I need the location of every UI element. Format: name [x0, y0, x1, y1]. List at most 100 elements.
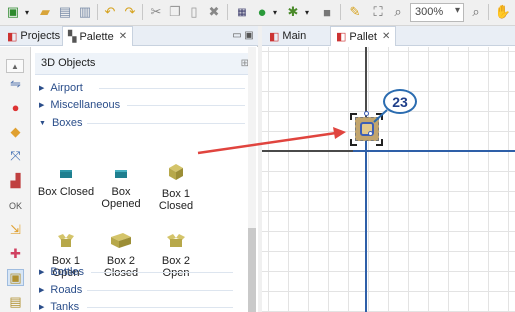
- expand-icon: ▶: [39, 304, 45, 311]
- delete-icon[interactable]: ✖: [205, 3, 223, 21]
- section-boxes-label: Boxes: [51, 117, 83, 129]
- palette-item-box-closed[interactable]: Box Closed: [36, 168, 96, 198]
- zoom-level-select[interactable]: 300% ▾: [410, 3, 464, 22]
- object-label-line2: Closed: [103, 267, 139, 279]
- presentation-icon[interactable]: ✚: [7, 245, 24, 262]
- object-label-line1: Box 2: [161, 255, 191, 267]
- palette-category-strip: ▲ ⇋ ● ◆ ⤧ ▟ OK ⇲ ✚ ▣ ▤: [0, 47, 31, 312]
- controls-icon[interactable]: OK: [7, 197, 24, 214]
- tab-pallet[interactable]: ◧ Pallet ✕: [330, 26, 397, 46]
- debug-icon[interactable]: ✱: [284, 3, 302, 21]
- section-divider: [91, 272, 233, 273]
- section-boxes[interactable]: ▼ Boxes: [39, 117, 83, 129]
- save-icon[interactable]: ▤: [56, 3, 74, 21]
- close-icon[interactable]: ✕: [119, 31, 127, 42]
- tab-pallet-label: Pallet: [349, 30, 377, 43]
- build-icon[interactable]: ▦: [233, 3, 251, 21]
- box-2-closed-icon: [111, 233, 131, 248]
- shapes-icon[interactable]: ◆: [7, 123, 24, 140]
- copy-icon[interactable]: ❐: [166, 3, 184, 21]
- section-roads[interactable]: ▶ Roads: [39, 284, 82, 296]
- stop-icon[interactable]: ■: [318, 3, 336, 21]
- graphical-editor: ◧ Main ◧ Pallet ✕: [262, 26, 515, 312]
- connectivity-icon[interactable]: ⇲: [7, 221, 24, 238]
- maximize-icon[interactable]: ▣: [243, 29, 255, 41]
- selection-corner: [350, 113, 357, 120]
- tab-main-label: Main: [282, 30, 307, 42]
- object-label-line2: Open: [162, 267, 190, 279]
- box-closed-icon: [60, 170, 72, 178]
- object-label-line1: Box 2: [106, 255, 136, 267]
- minimize-icon[interactable]: ▭: [231, 29, 243, 41]
- selection-corner: [350, 139, 357, 146]
- palette-scrollbar-thumb[interactable]: [248, 228, 256, 312]
- redo-icon[interactable]: ↷: [121, 3, 139, 21]
- dropdown-icon[interactable]: ▾: [302, 3, 312, 21]
- box-opened-icon: [115, 170, 127, 178]
- tab-main[interactable]: ◧ Main: [264, 26, 311, 46]
- expand-icon: ▶: [39, 102, 45, 109]
- box-1-closed-icon: [169, 164, 183, 180]
- palette-contents: 3D Objects ⊞ ▶ Airport ▶ Miscellaneous ▼…: [31, 47, 258, 312]
- close-icon[interactable]: ✕: [382, 31, 390, 42]
- editor-tab-bar: ◧ Main ◧ Pallet ✕: [262, 26, 515, 46]
- section-bottles[interactable]: ▶ Bottles: [39, 266, 84, 278]
- toolbar-separator: [227, 4, 228, 20]
- pallet-shape[interactable]: [355, 117, 379, 141]
- run-icon[interactable]: ●: [253, 3, 271, 21]
- resize-handle[interactable]: [368, 131, 373, 136]
- object-label-line1: Box 1: [161, 188, 191, 200]
- palette-item-box-opened[interactable]: Box Opened: [91, 168, 151, 210]
- y-axis-line-positive: [365, 139, 367, 312]
- section-miscellaneous[interactable]: ▶ Miscellaneous: [39, 99, 120, 111]
- undo-icon[interactable]: ↶: [101, 3, 119, 21]
- expand-icon: ▶: [39, 287, 45, 294]
- section-divider: [87, 307, 233, 308]
- palette-item-box-1-closed[interactable]: Box 1 Closed: [146, 162, 206, 212]
- section-divider: [87, 123, 245, 124]
- object-label-line2: Opened: [101, 198, 141, 210]
- palette-title: 3D Objects: [41, 57, 96, 69]
- dropdown-icon[interactable]: ▾: [270, 3, 280, 21]
- hand-icon[interactable]: ✋: [494, 3, 512, 21]
- analysis-icon[interactable]: ▟: [7, 172, 24, 189]
- cut-icon[interactable]: ✂: [147, 3, 165, 21]
- agent-icon: ◧: [269, 30, 280, 43]
- section-miscellaneous-label: Miscellaneous: [50, 99, 121, 111]
- toolbar-separator: [340, 4, 341, 20]
- process-library-icon[interactable]: ⇋: [7, 75, 24, 92]
- zoom-out-icon[interactable]: ⌕: [389, 3, 407, 21]
- save-all-icon[interactable]: ▥: [76, 3, 94, 21]
- section-tanks[interactable]: ▶ Tanks: [39, 301, 79, 312]
- toolbar-separator: [142, 4, 143, 20]
- scroll-up-icon[interactable]: ▲: [6, 59, 24, 73]
- object-label-line1: Box: [111, 186, 131, 198]
- rotation-handle[interactable]: [364, 111, 369, 116]
- pictures-icon[interactable]: ▤: [7, 293, 24, 310]
- object-label-line1: Box Closed: [37, 186, 95, 198]
- box-1-open-icon: [58, 234, 74, 247]
- callout-badge: 23: [383, 89, 417, 114]
- new-icon[interactable]: ▣: [4, 3, 22, 21]
- zoom-in-icon[interactable]: ⌕: [467, 3, 485, 21]
- network-icon[interactable]: ⤧: [7, 147, 24, 164]
- selection-corner: [376, 139, 383, 146]
- dropdown-icon[interactable]: ▾: [22, 3, 32, 21]
- section-airport[interactable]: ▶ Airport: [39, 82, 83, 94]
- open-folder-icon[interactable]: ▰: [36, 3, 54, 21]
- toolbar-separator: [97, 4, 98, 20]
- tab-palette[interactable]: ▚ Palette ✕: [62, 26, 134, 46]
- tab-projects[interactable]: ◧ Projects: [2, 26, 65, 46]
- collapse-icon: ▼: [39, 119, 46, 127]
- zoom-fit-icon[interactable]: ⛶: [369, 3, 387, 21]
- chevron-down-icon: ▾: [454, 5, 460, 16]
- pin-icon[interactable]: ✎: [346, 3, 364, 21]
- editor-canvas[interactable]: [262, 47, 515, 312]
- 3d-objects-icon[interactable]: ▣: [7, 269, 24, 286]
- section-tanks-label: Tanks: [50, 301, 80, 312]
- toolbar-separator: [488, 4, 489, 20]
- paste-icon[interactable]: ▯: [185, 3, 203, 21]
- fluid-library-icon[interactable]: ●: [7, 99, 24, 116]
- expand-icon: ▶: [39, 85, 45, 92]
- section-divider: [87, 290, 233, 291]
